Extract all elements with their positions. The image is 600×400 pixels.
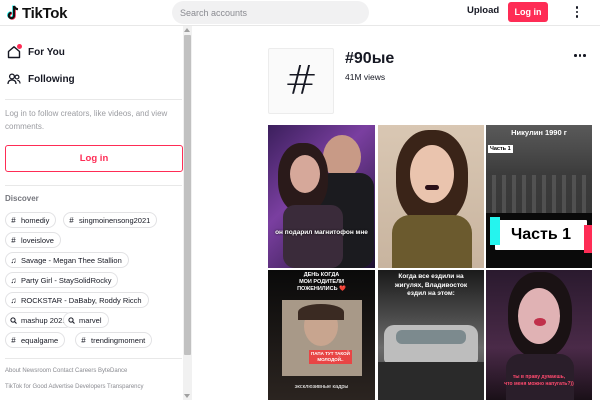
music-note-icon: ♫ xyxy=(10,275,17,285)
music-note-icon: ♫ xyxy=(10,295,17,305)
search-input[interactable] xyxy=(180,4,338,21)
search-icon xyxy=(68,316,75,324)
hashtag-avatar: # xyxy=(268,48,334,114)
video-sign-text: МОЛОДОЙ.. xyxy=(317,357,344,362)
video-caption: Когда все ездили на xyxy=(398,273,464,280)
hashtag-icon: # xyxy=(11,215,16,225)
video-thumbnail[interactable]: ты в праву думаешь, что меня можно напуг… xyxy=(486,270,592,400)
video-thumbnail[interactable]: ДЕНЬ КОГДА МОИ РОДИТЕЛИ ПОЖЕНИЛИСЬ ❤️ ПА… xyxy=(268,270,375,400)
discover-tag[interactable]: ♫ ROCKSTAR - DaBaby, Roddy Ricch xyxy=(5,292,149,308)
upload-button[interactable]: Upload xyxy=(467,5,499,16)
sidebar-item-following[interactable]: Following xyxy=(6,70,75,88)
discover-tag[interactable]: # singmoinensong2021 xyxy=(63,212,158,228)
music-note-icon: ♫ xyxy=(10,255,17,265)
video-caption: ДЕНЬ КОГДА xyxy=(303,272,340,278)
divider xyxy=(5,185,182,186)
divider xyxy=(5,358,182,359)
more-options-icon[interactable] xyxy=(574,54,586,57)
footer-links-row[interactable]: About Newsroom Contact Careers ByteDance xyxy=(5,368,127,374)
video-caption: Никулин 1990 г xyxy=(511,128,567,137)
scroll-up-arrow-icon[interactable] xyxy=(184,28,190,32)
sidebar: For You Following Log in to follow creat… xyxy=(0,26,190,400)
tiktok-note-icon xyxy=(6,5,20,21)
more-options-icon[interactable] xyxy=(571,4,583,20)
video-caption: он подарил магнитофон мне xyxy=(275,229,368,236)
sidebar-item-for-you[interactable]: For You xyxy=(6,43,65,61)
video-caption: ты в праву думаешь, xyxy=(512,374,566,380)
discover-tag[interactable]: # equalgame xyxy=(5,332,66,348)
footer-links-row[interactable]: TikTok for Good Advertise Developers Tra… xyxy=(5,384,144,390)
logo-text: TikTok xyxy=(22,4,68,22)
discover-tag[interactable]: marvel xyxy=(63,312,109,328)
discover-tag[interactable]: ♫ Savage - Megan Thee Stallion xyxy=(5,252,129,268)
sidebar-item-label: For You xyxy=(28,46,65,58)
video-thumbnail[interactable]: Никулин 1990 г Часть 1 Часть 1 xyxy=(486,125,592,268)
hashtag-icon: # xyxy=(284,58,318,104)
discover-tag[interactable]: ♫ Party Girl - StaySolidRocky xyxy=(5,272,119,288)
discover-tag[interactable]: # homediy xyxy=(5,212,57,228)
video-banner: Часть 1 xyxy=(495,220,587,250)
login-prompt: Log in to follow creators, like videos, … xyxy=(5,109,168,131)
video-thumbnail[interactable] xyxy=(378,125,484,268)
video-thumbnail[interactable]: Когда все ездили на жигулях, Владивосток… xyxy=(378,270,484,400)
divider xyxy=(5,99,182,100)
tiktok-logo[interactable]: TikTok xyxy=(6,3,67,23)
sidebar-scrollbar[interactable] xyxy=(183,26,192,400)
video-caption: что меня можно напугать?)) xyxy=(504,381,574,387)
hashtag-icon: # xyxy=(11,235,16,245)
discover-title: Discover xyxy=(5,194,39,203)
people-icon xyxy=(6,71,22,87)
video-caption: эксклюзивные кадры xyxy=(294,384,349,390)
search-bar xyxy=(172,1,533,24)
home-icon xyxy=(6,44,22,60)
video-caption: ездил на этом: xyxy=(407,290,455,297)
video-badge: Часть 1 xyxy=(488,145,513,153)
login-button[interactable]: Log in xyxy=(508,2,548,22)
discover-tag[interactable]: # trendingmoment xyxy=(75,332,153,348)
video-caption: ПОЖЕНИЛИСЬ ❤️ xyxy=(297,286,346,292)
hashtag-icon: # xyxy=(69,215,74,225)
search-icon xyxy=(10,316,17,324)
sidebar-login-button[interactable]: Log in xyxy=(5,145,183,172)
page-title: #90ые xyxy=(345,50,395,67)
view-count: 41M views xyxy=(345,72,386,82)
video-caption: МОИ РОДИТЕЛИ xyxy=(299,279,344,285)
video-caption: жигулях, Владивосток xyxy=(394,281,468,289)
scroll-down-arrow-icon[interactable] xyxy=(184,394,190,398)
discover-tag[interactable]: # loveislove xyxy=(5,232,61,248)
scrollbar-thumb[interactable] xyxy=(184,35,191,355)
video-thumbnail[interactable]: он подарил магнитофон мне xyxy=(268,125,375,268)
top-header: TikTok Upload Log in xyxy=(0,0,600,26)
sidebar-item-label: Following xyxy=(28,73,75,85)
hashtag-icon: # xyxy=(81,335,86,345)
hashtag-icon: # xyxy=(11,335,16,345)
